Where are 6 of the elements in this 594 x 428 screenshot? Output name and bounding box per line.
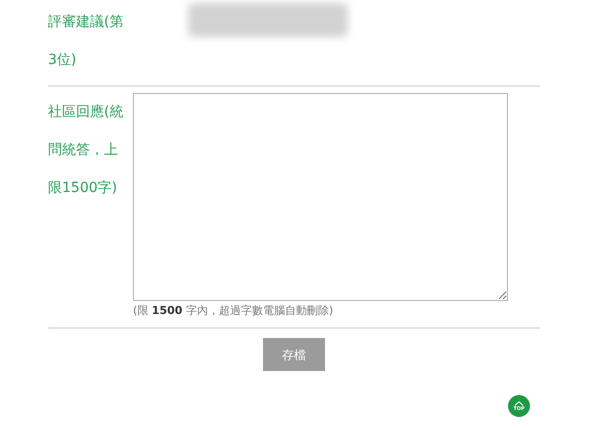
response-field[interactable] xyxy=(133,93,508,301)
row-label: 評審建議(第3位) xyxy=(48,13,124,70)
save-button[interactable]: 存檔 xyxy=(263,338,325,371)
chevron-up-icon xyxy=(514,400,524,406)
hint-text: (限 1500 字內，超過字數電腦自動刪除) xyxy=(133,303,334,319)
row-label: 社區回應(統問統答，上限1500字) xyxy=(48,103,124,198)
